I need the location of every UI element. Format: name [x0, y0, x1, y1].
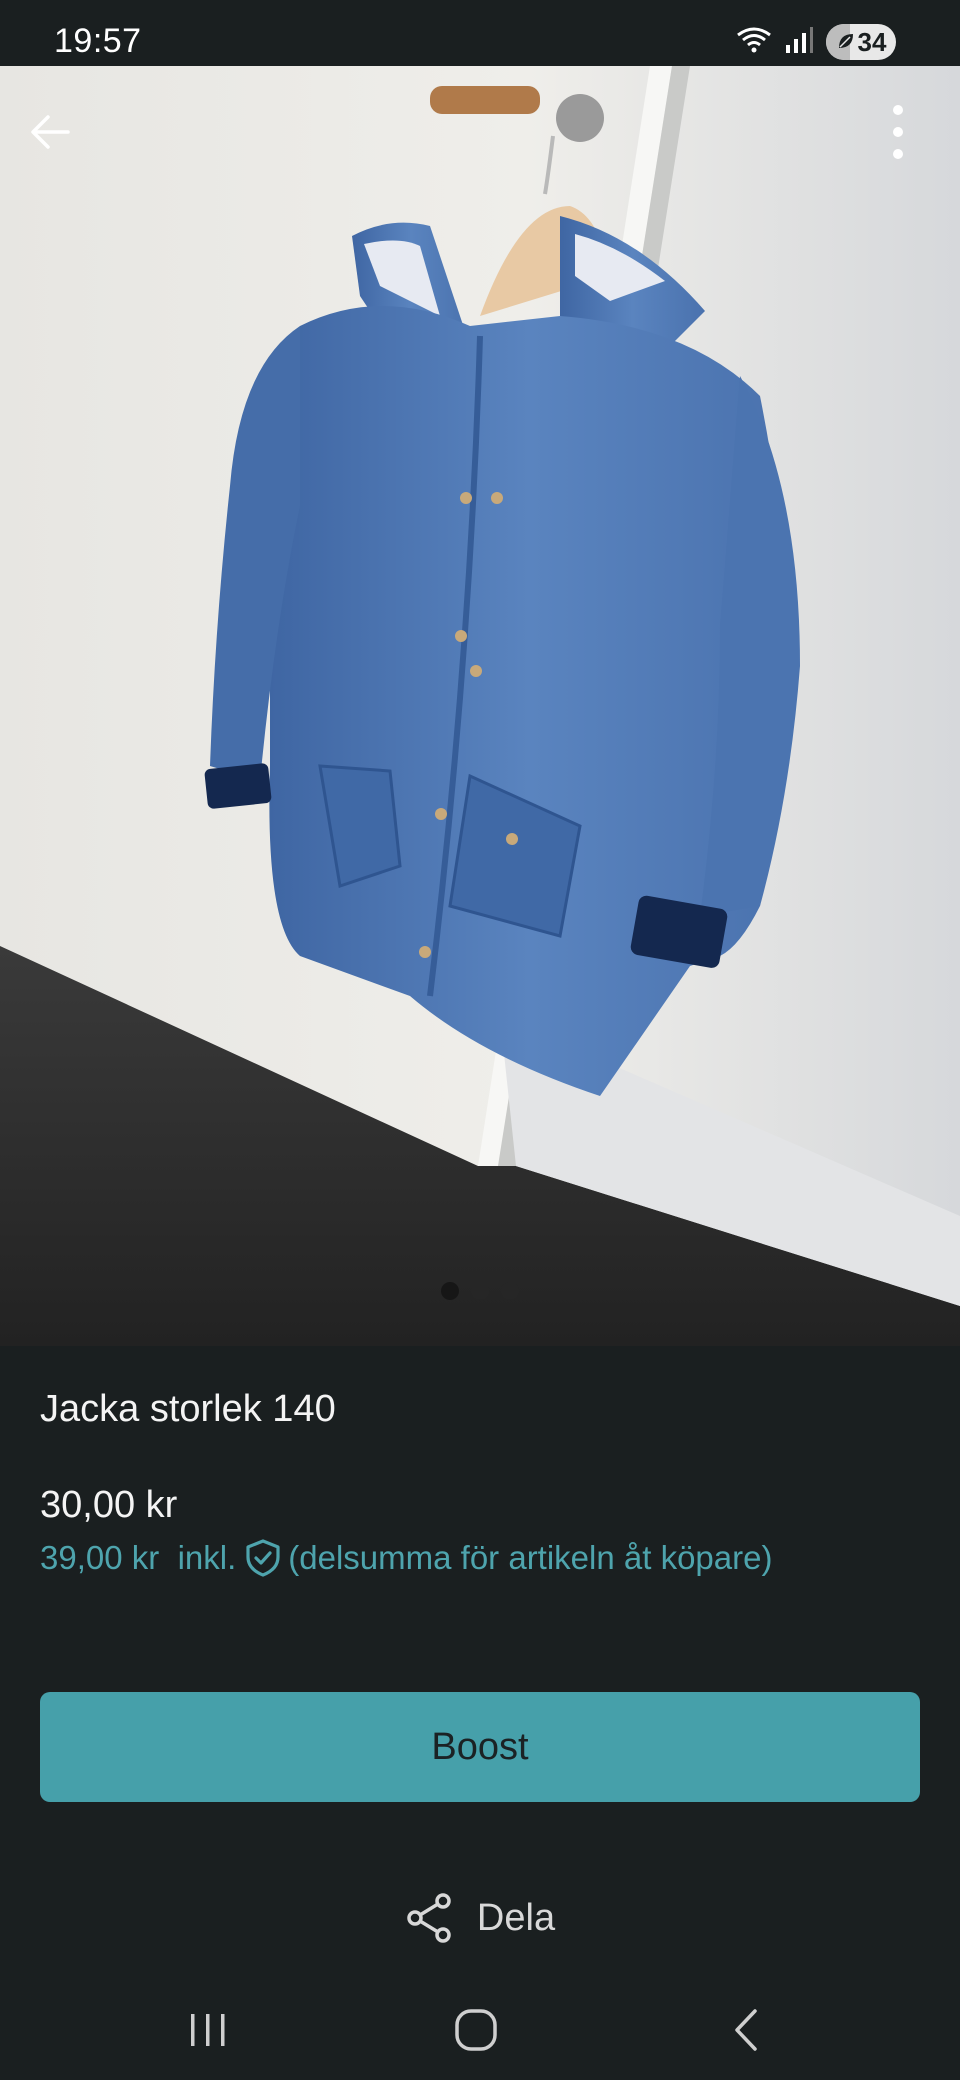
more-vertical-icon	[893, 105, 903, 159]
price-incl-amount: 39,00 kr	[40, 1539, 160, 1576]
system-nav-bar	[0, 1980, 960, 2080]
buyer-protection-shield-icon	[244, 1538, 282, 1578]
battery-icon: 34	[826, 24, 896, 60]
signal-icon	[784, 25, 814, 60]
share-label: Dela	[476, 1896, 556, 1939]
price-incl-info[interactable]: 39,00 kr inkl. (delsumma för artikeln åt…	[40, 1538, 772, 1578]
listing-price: 30,00 kr	[40, 1484, 178, 1526]
leaf-icon	[836, 27, 856, 58]
listing-title: Jacka storlek 140	[40, 1388, 336, 1430]
battery-level: 34	[857, 26, 887, 57]
jacket-photo-illustration	[0, 66, 960, 1346]
share-button[interactable]: Dela	[0, 1890, 960, 1946]
recents-button[interactable]	[168, 2000, 248, 2060]
status-bar: 19:57 34	[0, 0, 960, 66]
back-button[interactable]	[28, 110, 84, 166]
home-icon	[455, 2009, 497, 2051]
nav-back-icon	[735, 2009, 757, 2051]
boost-button[interactable]: Boost	[40, 1692, 920, 1802]
recents-icon	[191, 2014, 225, 2046]
home-button[interactable]	[436, 2000, 516, 2060]
product-photo[interactable]	[0, 66, 960, 1346]
carousel-dot	[501, 1282, 519, 1300]
carousel-dot	[441, 1282, 459, 1300]
nav-back-button[interactable]	[706, 2000, 786, 2060]
wifi-icon	[736, 25, 772, 60]
status-icons: 34	[736, 22, 896, 62]
carousel-indicator	[0, 1282, 960, 1300]
price-incl-note: (delsumma för artikeln åt köpare)	[288, 1539, 773, 1576]
arrow-left-icon	[31, 115, 70, 149]
status-time: 19:57	[54, 22, 142, 60]
more-options-button[interactable]	[892, 104, 936, 172]
price-incl-label: inkl.	[177, 1539, 237, 1576]
carousel-dot	[471, 1282, 489, 1300]
screen: 19:57 34 Jacka storlek 140 30,00 kr 39,0…	[0, 0, 960, 2080]
share-icon	[407, 1893, 451, 1943]
